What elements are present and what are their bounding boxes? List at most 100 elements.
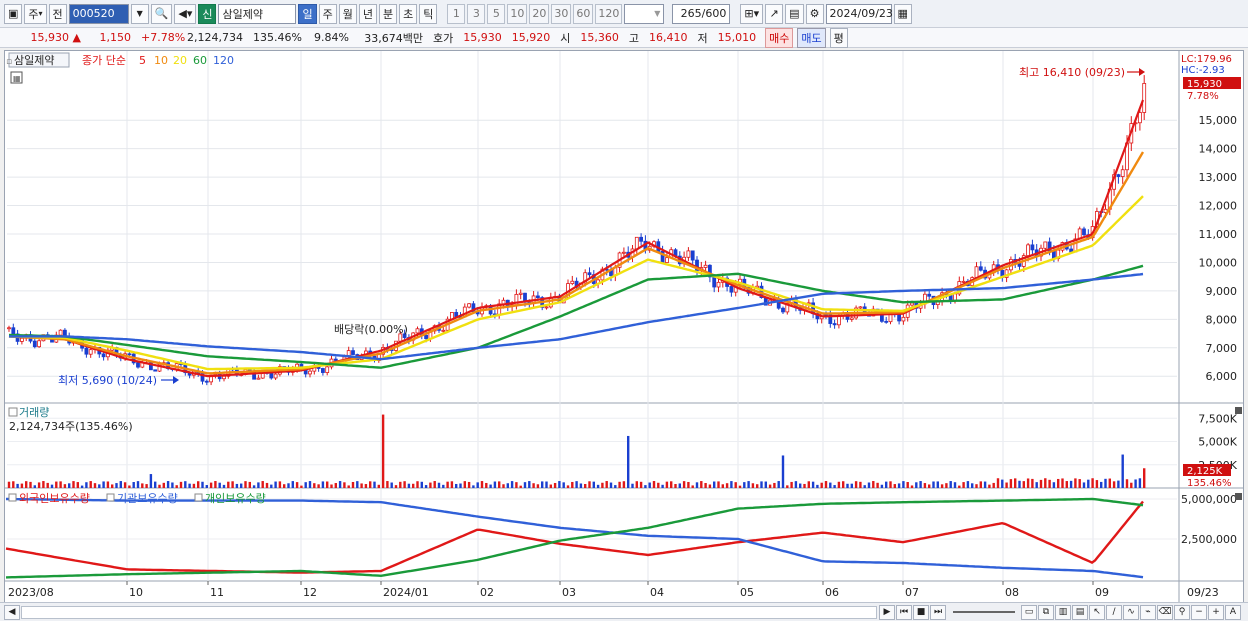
holdings-pane-close-icon[interactable] [1235,493,1242,500]
volume-pane-close-icon[interactable] [1235,407,1242,414]
search-icon[interactable]: 🔍 [150,3,173,24]
volume-bar [313,483,316,488]
volume-bar [880,484,884,488]
gear-icon[interactable]: ⚙ [805,3,824,24]
period-minute[interactable]: 분 [378,3,398,24]
interval-20[interactable]: 20 [529,3,550,24]
interval-3[interactable]: 3 [467,3,486,24]
candle-body [639,236,643,242]
compare-icon[interactable]: ⧉ [1038,604,1054,620]
calendar-icon[interactable]: ▦ [893,3,912,24]
speaker-icon[interactable]: ◀▾ [174,3,197,24]
volume-bar [962,482,965,488]
window-menu-icon[interactable]: ▣ [4,3,23,24]
trend-icon[interactable]: ↖ [1089,604,1105,620]
stock-code-input[interactable]: 000520 [68,3,129,24]
candle-body [927,293,932,297]
volume-bar [29,481,32,488]
volume-bar [639,481,643,488]
volume-bar [20,483,24,488]
save-icon[interactable]: ▤ [785,3,804,24]
view-mode-icon[interactable]: ▭ [1021,604,1037,620]
pane-handle-icon[interactable]: ▫ [6,57,12,67]
interval-30[interactable]: 30 [551,3,572,24]
line-icon[interactable]: ∕ [1106,604,1122,620]
x-tick-label: 10 [129,586,143,599]
period-tick[interactable]: 틱 [419,3,438,24]
candle-body [690,250,695,261]
chart-canvas[interactable]: 6,000 7,000 8,000 9,000 10,000 11,000 12,000 13… [4,50,1244,603]
volume-bar [407,483,411,488]
scroll-stop-icon[interactable]: ■ [913,604,929,620]
fibo-icon[interactable]: ∿ [1123,604,1139,620]
volume-pane-handle-icon[interactable] [8,407,18,417]
period-second[interactable]: 초 [399,3,418,24]
volume-bar [923,483,927,488]
interval-10[interactable]: 10 [507,3,528,24]
volume-bar [37,482,41,488]
volume-bar [949,481,952,488]
scroll-last-icon[interactable]: ⏭ [930,604,946,620]
interval-1[interactable]: 1 [447,3,466,24]
scroll-right-icon[interactable]: ▶ [879,604,895,620]
chart-svg[interactable]: 6,000 7,000 8,000 9,000 10,000 11,000 12,000 13… [5,51,1243,602]
volume-bar [794,481,798,488]
volume-bar [601,482,604,488]
volume-bar [184,481,187,488]
volume-bar [16,483,19,488]
zoom-icon[interactable]: ⚲ [1174,604,1190,620]
layout-icon[interactable]: ▥ [1055,604,1071,620]
scroll-first-icon[interactable]: ⏮ [896,604,912,620]
volume-bar [472,485,475,488]
candle-type-icon[interactable]: ⊞▾ [740,3,764,24]
volume-bar [330,484,333,488]
text-size-icon[interactable]: A [1225,604,1241,620]
volume-bar [605,481,608,488]
period-icon[interactable]: ▤ [1072,604,1088,620]
legend-individual-handle[interactable] [194,493,203,502]
zoom-slider[interactable] [953,611,1015,613]
legend-institution-handle[interactable] [106,493,115,502]
code-dropdown-icon[interactable]: ▼ [130,3,149,24]
zoom-out-icon[interactable]: − [1191,604,1207,620]
stock-name-field[interactable]: 삼일제약 [218,3,297,24]
period-year[interactable]: 년 [358,3,377,24]
avg-button[interactable]: 평 [829,27,848,48]
period-day[interactable]: 일 [298,3,317,24]
price-axis: 6,000 7,000 8,000 9,000 10,000 11,000 12,000 13… [1199,114,1238,383]
candle-body [587,272,592,276]
holdings-pane-handle-icon[interactable] [8,493,17,502]
volume-bar [373,481,376,488]
sell-button[interactable]: 매도 [797,27,826,48]
count-field[interactable]: 265/600 [672,3,731,24]
scroll-left-icon[interactable]: ◀ [4,604,20,620]
interval-120[interactable]: 120 [595,3,623,24]
candle-body [536,295,540,298]
chart-scrollbar[interactable]: ◀ ▶ ⏮ ■ ⏭ ▭ ⧉ ▥ ▤ ↖ ∕ ∿ ⌁ ⌫ ⚲ − + A [0,602,1248,621]
volume-bar [549,484,552,488]
period-week[interactable]: 주 [318,3,337,24]
candle-body [1120,169,1125,177]
draw-tool-icon[interactable]: ↗ [765,3,784,24]
volume-bar [515,482,518,488]
buy-button[interactable]: 매수 [765,27,794,48]
draw-icon[interactable]: ⌁ [1140,604,1156,620]
period-month[interactable]: 월 [338,3,357,24]
volume-bar [717,481,720,488]
scroll-track[interactable] [21,605,877,619]
interval-dropdown[interactable]: ▼ [624,3,665,24]
volume-bar [154,481,157,488]
interval-60[interactable]: 60 [573,3,594,24]
volume-bar [227,481,230,488]
zoom-in-icon[interactable]: + [1208,604,1224,620]
type-select[interactable]: 주 ▾ [24,3,47,24]
volume-bar [553,482,557,488]
volume-bar [98,484,101,488]
date-field[interactable]: 2024/09/23 [825,3,893,24]
volume-bar [936,481,939,488]
eraser-icon[interactable]: ⌫ [1157,604,1173,620]
volume-bar [592,481,595,488]
interval-5[interactable]: 5 [487,3,506,24]
candle-body [84,347,89,355]
prev-button[interactable]: 전 [48,3,67,24]
